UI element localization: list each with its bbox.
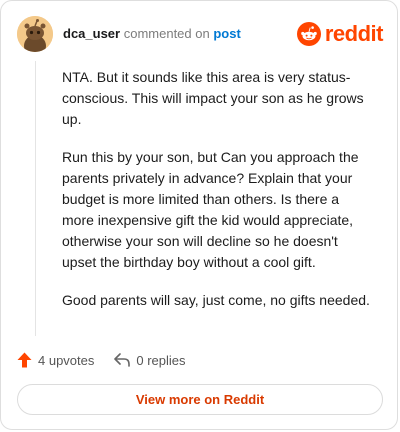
- comment-meta: dca_user commented on post: [63, 27, 241, 41]
- comment-body: NTA. But it sounds like this area is ver…: [62, 67, 374, 328]
- upvote-count: 4 upvotes: [38, 352, 95, 368]
- user-avatar[interactable]: [17, 16, 53, 52]
- reply-count: 0 replies: [136, 352, 186, 368]
- post-link[interactable]: post: [213, 26, 240, 41]
- comment-paragraph: Good parents will say, just come, no gif…: [62, 292, 370, 308]
- reddit-wordmark: reddit: [324, 21, 384, 46]
- snoo-avatar-icon: [17, 16, 53, 52]
- reddit-comment-embed: dca_user commented on post reddit NTA. B…: [0, 0, 398, 430]
- comment-paragraph: Run this by your son, but Can you approa…: [62, 149, 359, 270]
- username-link[interactable]: dca_user: [63, 26, 120, 41]
- comment-actions: 4 upvotes 0 replies: [17, 350, 206, 370]
- comment-header: dca_user commented on post reddit: [17, 16, 384, 52]
- upvote-button[interactable]: 4 upvotes: [17, 352, 94, 368]
- reddit-brand-link[interactable]: reddit: [296, 21, 384, 47]
- view-more-button[interactable]: View more on Reddit: [17, 384, 383, 415]
- commented-on-text: commented on: [123, 26, 210, 41]
- upvote-arrow-icon: [17, 352, 32, 368]
- thread-line: [35, 61, 36, 336]
- reddit-snoo-icon: [296, 22, 321, 46]
- comment-paragraph: NTA. But it sounds like this area is ver…: [62, 69, 364, 127]
- reply-arrow-icon: [114, 353, 131, 367]
- reply-button[interactable]: 0 replies: [114, 352, 186, 368]
